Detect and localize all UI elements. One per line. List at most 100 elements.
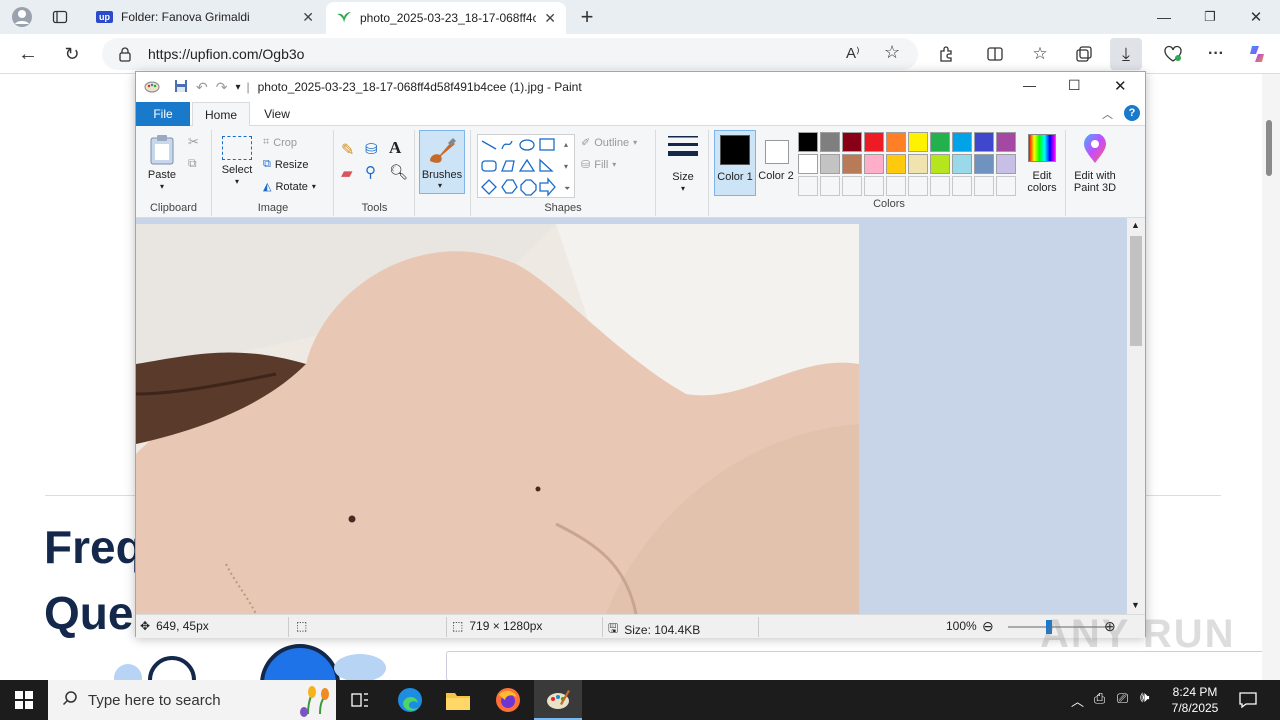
canvas-scroll-thumb[interactable] — [1130, 236, 1142, 346]
tab-folder[interactable]: up Folder: Fanova Grimaldi ✕ — [86, 0, 324, 34]
palette-empty-swatch[interactable] — [974, 176, 994, 196]
size-button[interactable]: Size ▾ — [663, 132, 703, 195]
brushes-button[interactable]: Brushes ▾ — [419, 130, 465, 194]
palette-swatch[interactable] — [864, 132, 884, 152]
palette-swatch[interactable] — [842, 132, 862, 152]
palette-empty-swatch[interactable] — [864, 176, 884, 196]
read-aloud-icon[interactable]: A⁾ — [846, 44, 860, 62]
help-icon[interactable]: ? — [1124, 105, 1140, 121]
color1-button[interactable]: Color 1 — [714, 130, 756, 196]
paint-maximize-icon[interactable]: ☐ — [1068, 77, 1081, 94]
magnifier-icon[interactable]: 🔍︎ — [389, 163, 408, 181]
tab-home[interactable]: Home — [192, 102, 250, 127]
palette-empty-swatch[interactable] — [798, 176, 818, 196]
palette-swatch[interactable] — [996, 132, 1016, 152]
eraser-icon[interactable]: ▰ — [341, 164, 353, 182]
scroll-down-icon[interactable]: ▼ — [1131, 600, 1140, 610]
palette-empty-swatch[interactable] — [930, 176, 950, 196]
paint-taskbar-button[interactable] — [534, 680, 582, 720]
favorite-star-icon[interactable]: ☆ — [884, 42, 900, 63]
palette-swatch[interactable] — [864, 154, 884, 174]
palette-swatch[interactable] — [886, 154, 906, 174]
scroll-up-icon[interactable]: ▲ — [1131, 220, 1140, 230]
palette-swatch[interactable] — [820, 132, 840, 152]
palette-swatch[interactable] — [952, 154, 972, 174]
palette-empty-swatch[interactable] — [908, 176, 928, 196]
notifications-icon[interactable] — [1232, 684, 1264, 716]
zoom-out-icon[interactable]: ⊖ — [982, 618, 994, 635]
tab-file[interactable]: File — [136, 102, 190, 126]
refresh-icon[interactable]: ↻ — [56, 38, 88, 70]
palette-empty-swatch[interactable] — [952, 176, 972, 196]
palette-swatch[interactable] — [930, 154, 950, 174]
fill-bucket-icon[interactable]: ⛁ — [365, 140, 378, 158]
paint-close-icon[interactable]: ✕ — [1114, 77, 1127, 95]
extensions-icon[interactable] — [931, 38, 963, 70]
photo-canvas[interactable] — [136, 224, 859, 614]
tab-actions-icon[interactable] — [44, 1, 76, 33]
palette-swatch[interactable] — [798, 132, 818, 152]
device-icon[interactable]: ⎙ — [1094, 690, 1105, 707]
palette-empty-swatch[interactable] — [820, 176, 840, 196]
copilot-icon[interactable] — [1242, 38, 1274, 70]
edit-colors-button[interactable]: Edit colors — [1020, 130, 1064, 198]
quick-access-dropdown-icon[interactable]: ▾ — [235, 82, 240, 93]
favorites-icon[interactable]: ☆ — [1024, 38, 1056, 70]
undo-icon[interactable]: ↶ — [196, 79, 208, 96]
edge-taskbar-icon[interactable] — [394, 684, 426, 716]
file-explorer-icon[interactable] — [442, 684, 474, 716]
palette-swatch[interactable] — [908, 132, 928, 152]
page-scroll-thumb[interactable] — [1266, 120, 1272, 176]
palette-swatch[interactable] — [952, 132, 972, 152]
address-bar[interactable]: https://upfion.com/Ogb3o A⁾ ☆ — [102, 38, 918, 70]
pencil-icon[interactable]: ✎ — [341, 140, 354, 160]
outline-button[interactable]: ✐ Outline ▾ — [581, 136, 637, 150]
split-screen-icon[interactable] — [979, 38, 1011, 70]
volume-icon[interactable]: 🕪︎ — [1140, 689, 1149, 706]
tab-photo[interactable]: photo_2025-03-23_18-17-068ff4c ✕ — [326, 2, 566, 34]
canvas-vertical-scrollbar[interactable]: ▲ ▼ — [1127, 218, 1145, 614]
palette-swatch[interactable] — [886, 132, 906, 152]
palette-swatch[interactable] — [974, 154, 994, 174]
new-tab-icon[interactable]: + — [571, 1, 603, 33]
firefox-icon[interactable] — [492, 684, 524, 716]
task-view-icon[interactable] — [344, 684, 376, 716]
page-scrollbar[interactable] — [1262, 74, 1280, 680]
downloads-icon[interactable]: ⤓ — [1110, 38, 1142, 70]
fill-button[interactable]: ⛁ Fill ▾ — [581, 158, 616, 172]
palette-swatch[interactable] — [842, 154, 862, 174]
edit-paint3d-button[interactable]: Edit with Paint 3D — [1068, 130, 1122, 200]
color2-button[interactable]: Color 2 — [758, 130, 794, 196]
more-options-icon[interactable]: ··· — [1200, 38, 1232, 70]
clock[interactable]: 8:24 PM 7/8/2025 — [1166, 684, 1224, 716]
browser-essentials-icon[interactable] — [1157, 38, 1189, 70]
collections-icon[interactable] — [1068, 38, 1100, 70]
palette-empty-swatch[interactable] — [842, 176, 862, 196]
minimize-icon[interactable]: — — [1148, 1, 1180, 33]
crop-button[interactable]: ⌗ Crop — [263, 136, 297, 149]
taskbar-search[interactable]: Type here to search — [48, 680, 336, 720]
lock-icon[interactable] — [118, 46, 132, 65]
palette-swatch[interactable] — [820, 154, 840, 174]
shapes-gallery[interactable]: ▴ ▾ ⏷ — [477, 134, 575, 198]
close-window-icon[interactable]: ✕ — [1240, 1, 1272, 33]
palette-swatch[interactable] — [798, 154, 818, 174]
resize-button[interactable]: ⧉ Resize — [263, 158, 308, 171]
palette-swatch[interactable] — [930, 132, 950, 152]
close-tab-icon[interactable]: ✕ — [302, 9, 314, 26]
paste-button[interactable]: Paste ▾ — [144, 134, 180, 193]
show-hidden-icons[interactable]: ︿ — [1071, 691, 1084, 710]
cut-icon[interactable]: ✂ — [188, 134, 199, 150]
palette-swatch[interactable] — [974, 132, 994, 152]
rotate-button[interactable]: ◭ Rotate ▾ — [263, 180, 316, 194]
back-icon[interactable]: ← — [12, 38, 44, 70]
network-icon[interactable]: ⎚ — [1117, 690, 1128, 707]
color-picker-icon[interactable]: ⚲ — [365, 163, 376, 181]
palette-swatch[interactable] — [908, 154, 928, 174]
redo-icon[interactable]: ↷ — [216, 79, 228, 96]
palette-empty-swatch[interactable] — [886, 176, 906, 196]
paint-minimize-icon[interactable]: — — [1023, 78, 1036, 93]
collapse-ribbon-icon[interactable]: ︿ — [1102, 106, 1113, 122]
windows-start-icon[interactable] — [8, 684, 40, 716]
tab-view[interactable]: View — [252, 102, 302, 126]
